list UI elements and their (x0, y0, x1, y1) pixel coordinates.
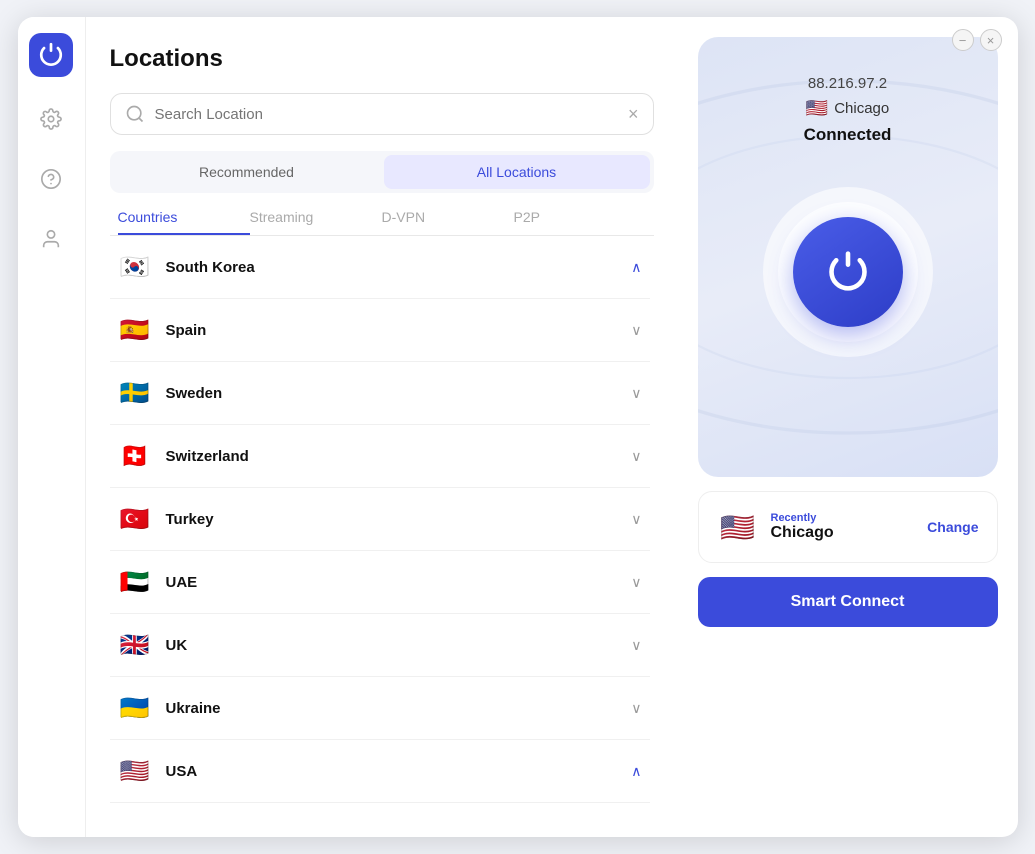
gear-icon (40, 108, 62, 130)
sub-tab-p2p[interactable]: P2P (514, 209, 646, 225)
ip-address: 88.216.97.2 (808, 75, 887, 92)
country-name: Ukraine (166, 700, 632, 717)
country-row[interactable]: 🇸🇪 Sweden ∨ (110, 362, 650, 425)
search-bar: × (110, 93, 654, 135)
chevron-icon: ∧ (631, 259, 641, 276)
country-row[interactable]: 🇺🇸 USA ∧ (110, 740, 650, 803)
main-content: Locations × Recommended All Locations Co… (86, 17, 1018, 837)
power-icon (38, 42, 64, 68)
country-flag: 🇨🇭 (118, 439, 152, 473)
country-row[interactable]: 🇬🇧 UK ∨ (110, 614, 650, 677)
location-tabs: Recommended All Locations (110, 151, 654, 193)
recently-card: 🇺🇸 Recently Chicago Change (698, 491, 998, 563)
chevron-icon: ∨ (631, 511, 641, 528)
help-icon (40, 168, 62, 190)
country-flag: 🇬🇧 (118, 628, 152, 662)
search-clear-button[interactable]: × (628, 105, 639, 123)
tab-recommended[interactable]: Recommended (114, 155, 380, 189)
country-name: Switzerland (166, 448, 632, 465)
search-icon (125, 104, 145, 124)
change-button[interactable]: Change (927, 519, 978, 535)
power-button[interactable] (793, 217, 903, 327)
connection-card: 88.216.97.2 🇺🇸 Chicago Connected (698, 37, 998, 477)
sub-tab-streaming[interactable]: Streaming (250, 209, 382, 225)
country-name: Turkey (166, 511, 632, 528)
sub-tabs: Countries Streaming D-VPN P2P (110, 209, 654, 236)
left-panel: Locations × Recommended All Locations Co… (86, 17, 678, 837)
recently-city: Chicago (771, 524, 916, 542)
country-name: Spain (166, 322, 632, 339)
country-flag: 🇹🇷 (118, 502, 152, 536)
sidebar-logo[interactable] (29, 33, 73, 77)
connection-city: Chicago (834, 100, 889, 117)
country-flag: 🇺🇸 (118, 754, 152, 788)
country-row[interactable]: 🇺🇦 Ukraine ∨ (110, 677, 650, 740)
country-flag: 🇰🇷 (118, 250, 152, 284)
country-name: South Korea (166, 259, 632, 276)
chevron-icon: ∨ (631, 637, 641, 654)
power-ring-outer (763, 187, 933, 357)
connection-flag: 🇺🇸 (806, 98, 828, 119)
country-list: 🇰🇷 South Korea ∧ 🇪🇸 Spain ∨ 🇸🇪 Sweden ∨ … (110, 236, 654, 813)
country-row[interactable]: 🇹🇷 Turkey ∨ (110, 488, 650, 551)
connection-status: Connected (804, 125, 892, 145)
recently-info: Recently Chicago (771, 512, 916, 542)
country-flag: 🇦🇪 (118, 565, 152, 599)
country-row[interactable]: 🇦🇪 UAE ∨ (110, 551, 650, 614)
sidebar-item-help[interactable] (33, 161, 69, 197)
chevron-icon: ∨ (631, 322, 641, 339)
sub-tab-dvpn[interactable]: D-VPN (382, 209, 514, 225)
country-flag: 🇪🇸 (118, 313, 152, 347)
chevron-icon: ∧ (631, 763, 641, 780)
country-name: UAE (166, 574, 632, 591)
chevron-icon: ∨ (631, 448, 641, 465)
countries-section: Countries Streaming D-VPN P2P 🇰🇷 South K… (110, 209, 654, 813)
sidebar (18, 17, 86, 837)
country-row[interactable]: 🇨🇭 Switzerland ∨ (110, 425, 650, 488)
chevron-icon: ∨ (631, 385, 641, 402)
smart-connect-button[interactable]: Smart Connect (698, 577, 998, 627)
sidebar-item-profile[interactable] (33, 221, 69, 257)
minimize-button[interactable]: − (952, 29, 974, 51)
close-button[interactable]: × (980, 29, 1002, 51)
recently-label: Recently (771, 512, 916, 524)
page-title: Locations (110, 45, 654, 73)
profile-icon (40, 228, 62, 250)
location-badge: 🇺🇸 Chicago (806, 98, 889, 119)
window-controls: − × (952, 29, 1002, 51)
country-name: USA (166, 763, 632, 780)
recently-flag: 🇺🇸 (717, 506, 759, 548)
country-flag: 🇸🇪 (118, 376, 152, 410)
country-row[interactable]: 🇰🇷 South Korea ∧ (110, 236, 650, 299)
country-name: UK (166, 637, 632, 654)
country-row[interactable]: 🇪🇸 Spain ∨ (110, 299, 650, 362)
power-button-container (763, 187, 933, 357)
sidebar-item-settings[interactable] (33, 101, 69, 137)
sub-tab-countries[interactable]: Countries (118, 209, 250, 235)
power-btn-icon (826, 250, 870, 294)
power-ring-inner (778, 202, 918, 342)
country-flag: 🇺🇦 (118, 691, 152, 725)
search-input[interactable] (155, 106, 618, 123)
country-name: Sweden (166, 385, 632, 402)
chevron-icon: ∨ (631, 574, 641, 591)
tab-all-locations[interactable]: All Locations (384, 155, 650, 189)
right-panel: 88.216.97.2 🇺🇸 Chicago Connected (678, 17, 1018, 837)
chevron-icon: ∨ (631, 700, 641, 717)
